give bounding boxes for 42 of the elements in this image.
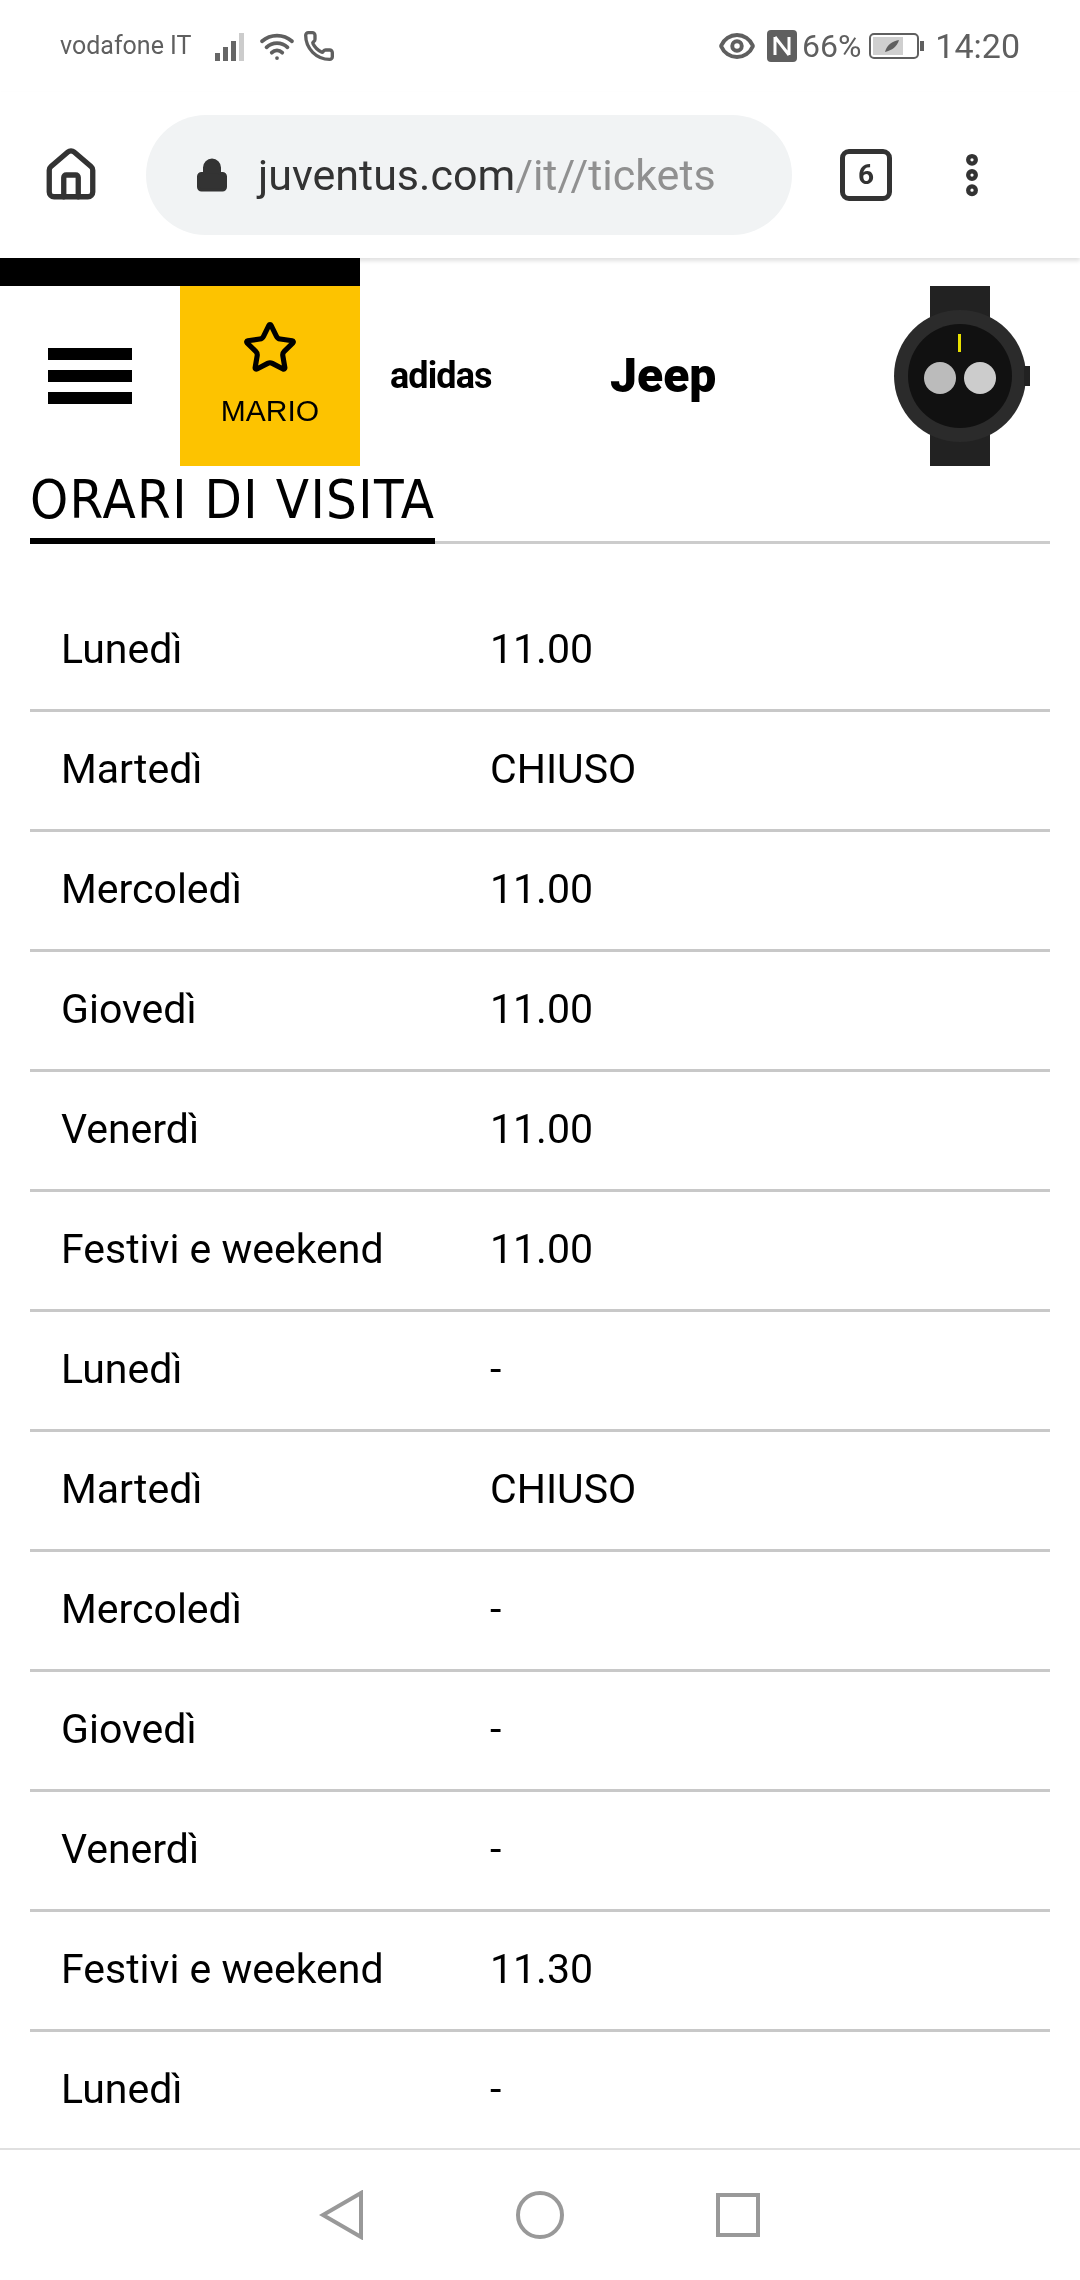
day-cell-text: Mercoledì — [61, 864, 243, 916]
url-text: juventus.com/it//tickets — [258, 148, 716, 202]
day-cell-text: Giovedì — [61, 1704, 198, 1756]
sponsor-logo[interactable]: Jeep — [610, 340, 717, 412]
time-cell-text: 11.00 — [490, 864, 593, 916]
time-cell-text: - — [490, 2064, 502, 2116]
time-cell-text: 11.00 — [490, 1104, 593, 1156]
carrier-name: vodafone IT — [60, 30, 192, 63]
time-cell-text: 11.30 — [490, 1944, 593, 1996]
time-cell-text: 11.00 — [490, 984, 593, 1036]
menu-icon[interactable] — [48, 348, 132, 404]
day-cell-text: Giovedì — [61, 984, 198, 1036]
account-tab[interactable]: MARIO — [180, 286, 360, 466]
section-title: ORARI DI VISITA — [30, 467, 436, 533]
day-cell-text: Venerdì — [61, 1104, 201, 1156]
tab-count-button[interactable]: 6 — [840, 149, 892, 201]
day-cell-text: Martedì — [61, 744, 204, 796]
battery-icon — [869, 32, 926, 60]
time-cell-text: CHIUSO — [490, 1464, 637, 1516]
day-cell-text: Festivi e weekend — [61, 1224, 385, 1276]
sponsor-logo[interactable]: adidas — [390, 349, 492, 403]
day-cell-text: Lunedì — [61, 1344, 184, 1396]
address-bar[interactable]: juventus.com/it//tickets — [146, 115, 792, 235]
home-nav-button[interactable] — [515, 2190, 565, 2240]
day-cell-text: Festivi e weekend — [61, 1944, 385, 1996]
time-cell-text: - — [490, 1584, 502, 1636]
day-cell-text: Venerdì — [61, 1824, 201, 1876]
time-cell-text: - — [490, 1824, 502, 1876]
nfc-icon — [765, 29, 798, 63]
time-cell-text: - — [490, 1704, 502, 1756]
day-cell-text: Martedì — [61, 1464, 204, 1516]
time-cell-text: 11.00 — [490, 1224, 593, 1276]
time-cell-text: 11.00 — [490, 624, 593, 676]
back-button[interactable] — [319, 2190, 365, 2240]
battery-percent: 66% — [801, 26, 862, 67]
day-cell-text: Lunedì — [61, 624, 184, 676]
time-cell-text: - — [490, 1344, 502, 1396]
recents-button[interactable] — [715, 2192, 761, 2238]
day-cell-text: Mercoledì — [61, 1584, 243, 1636]
time-cell-text: CHIUSO — [490, 744, 637, 796]
clock: 14:20 — [935, 24, 1020, 68]
day-cell-text: Lunedì — [61, 2064, 184, 2116]
